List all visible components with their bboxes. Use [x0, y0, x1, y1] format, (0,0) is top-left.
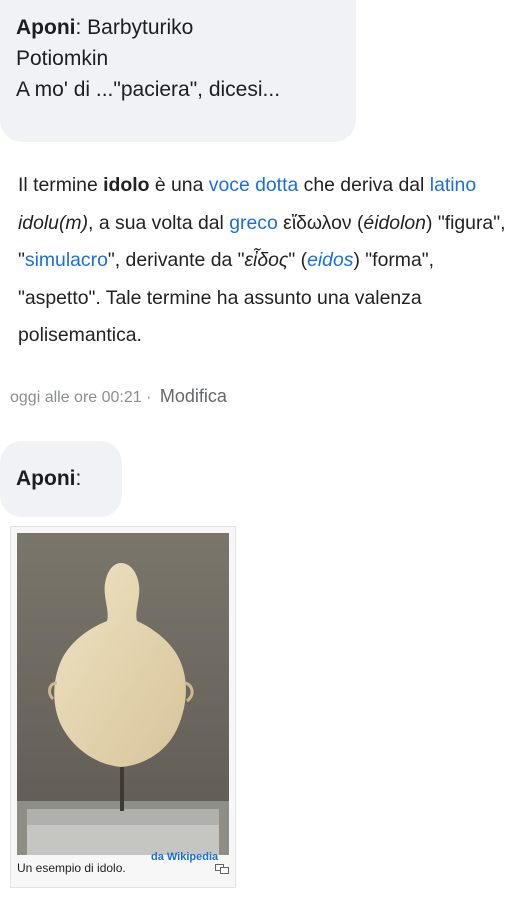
message-line: Potiomkin — [16, 47, 109, 70]
link-greco[interactable]: greco — [229, 212, 278, 234]
message-meta: oggi alle ore 00:21 · Modifica — [10, 386, 227, 407]
image-attachment[interactable]: da Wikipedia Un esempio di idolo. — [10, 526, 236, 888]
message-header: Aponi: Barbyturiko — [16, 12, 340, 43]
text-segment: che deriva dal — [298, 174, 430, 196]
author-separator: : — [75, 16, 88, 39]
italic-term: idolu(m) — [18, 211, 89, 234]
enlarge-icon[interactable] — [215, 864, 229, 874]
link-eidos[interactable]: eidos — [307, 249, 353, 271]
meta-separator: · — [141, 389, 156, 406]
text-segment: è una — [149, 174, 209, 196]
message-line: Barbyturiko — [87, 16, 194, 39]
author-separator: : — [75, 467, 82, 490]
message-bubble[interactable]: Aponi: — [0, 441, 122, 517]
idol-photo[interactable] — [17, 533, 229, 855]
image-caption: Un esempio di idolo. — [17, 861, 126, 875]
author-name[interactable]: Aponi — [16, 16, 75, 39]
quoted-text: Il termine idolo è una voce dotta che de… — [18, 167, 510, 355]
italic-term: éidolon — [363, 211, 426, 234]
text-segment: " ( — [288, 249, 308, 272]
link-simulacro[interactable]: simulacro — [25, 249, 108, 271]
message-line: A mo' di ..."paciera", dicesi... — [16, 78, 281, 101]
watermark: da Wikipedia — [151, 851, 219, 863]
text-segment: ", derivante da " — [107, 249, 245, 272]
text-segment: , a sua volta dal — [88, 211, 230, 234]
bold-term: idolo — [103, 174, 150, 196]
italic-term: εἶδος — [244, 249, 289, 272]
message-bubble[interactable]: Aponi: Barbyturiko Potiomkin A mo' di ..… — [0, 0, 356, 142]
text-segment: εἴδωλον ( — [277, 211, 364, 234]
edit-link[interactable]: Modifica — [160, 386, 227, 406]
timestamp: oggi alle ore 00:21 — [10, 389, 142, 406]
author-name[interactable]: Aponi — [16, 467, 75, 490]
text-segment: Il termine — [18, 174, 104, 196]
link-voce-dotta[interactable]: voce dotta — [209, 174, 298, 196]
link-latino[interactable]: latino — [430, 174, 476, 196]
